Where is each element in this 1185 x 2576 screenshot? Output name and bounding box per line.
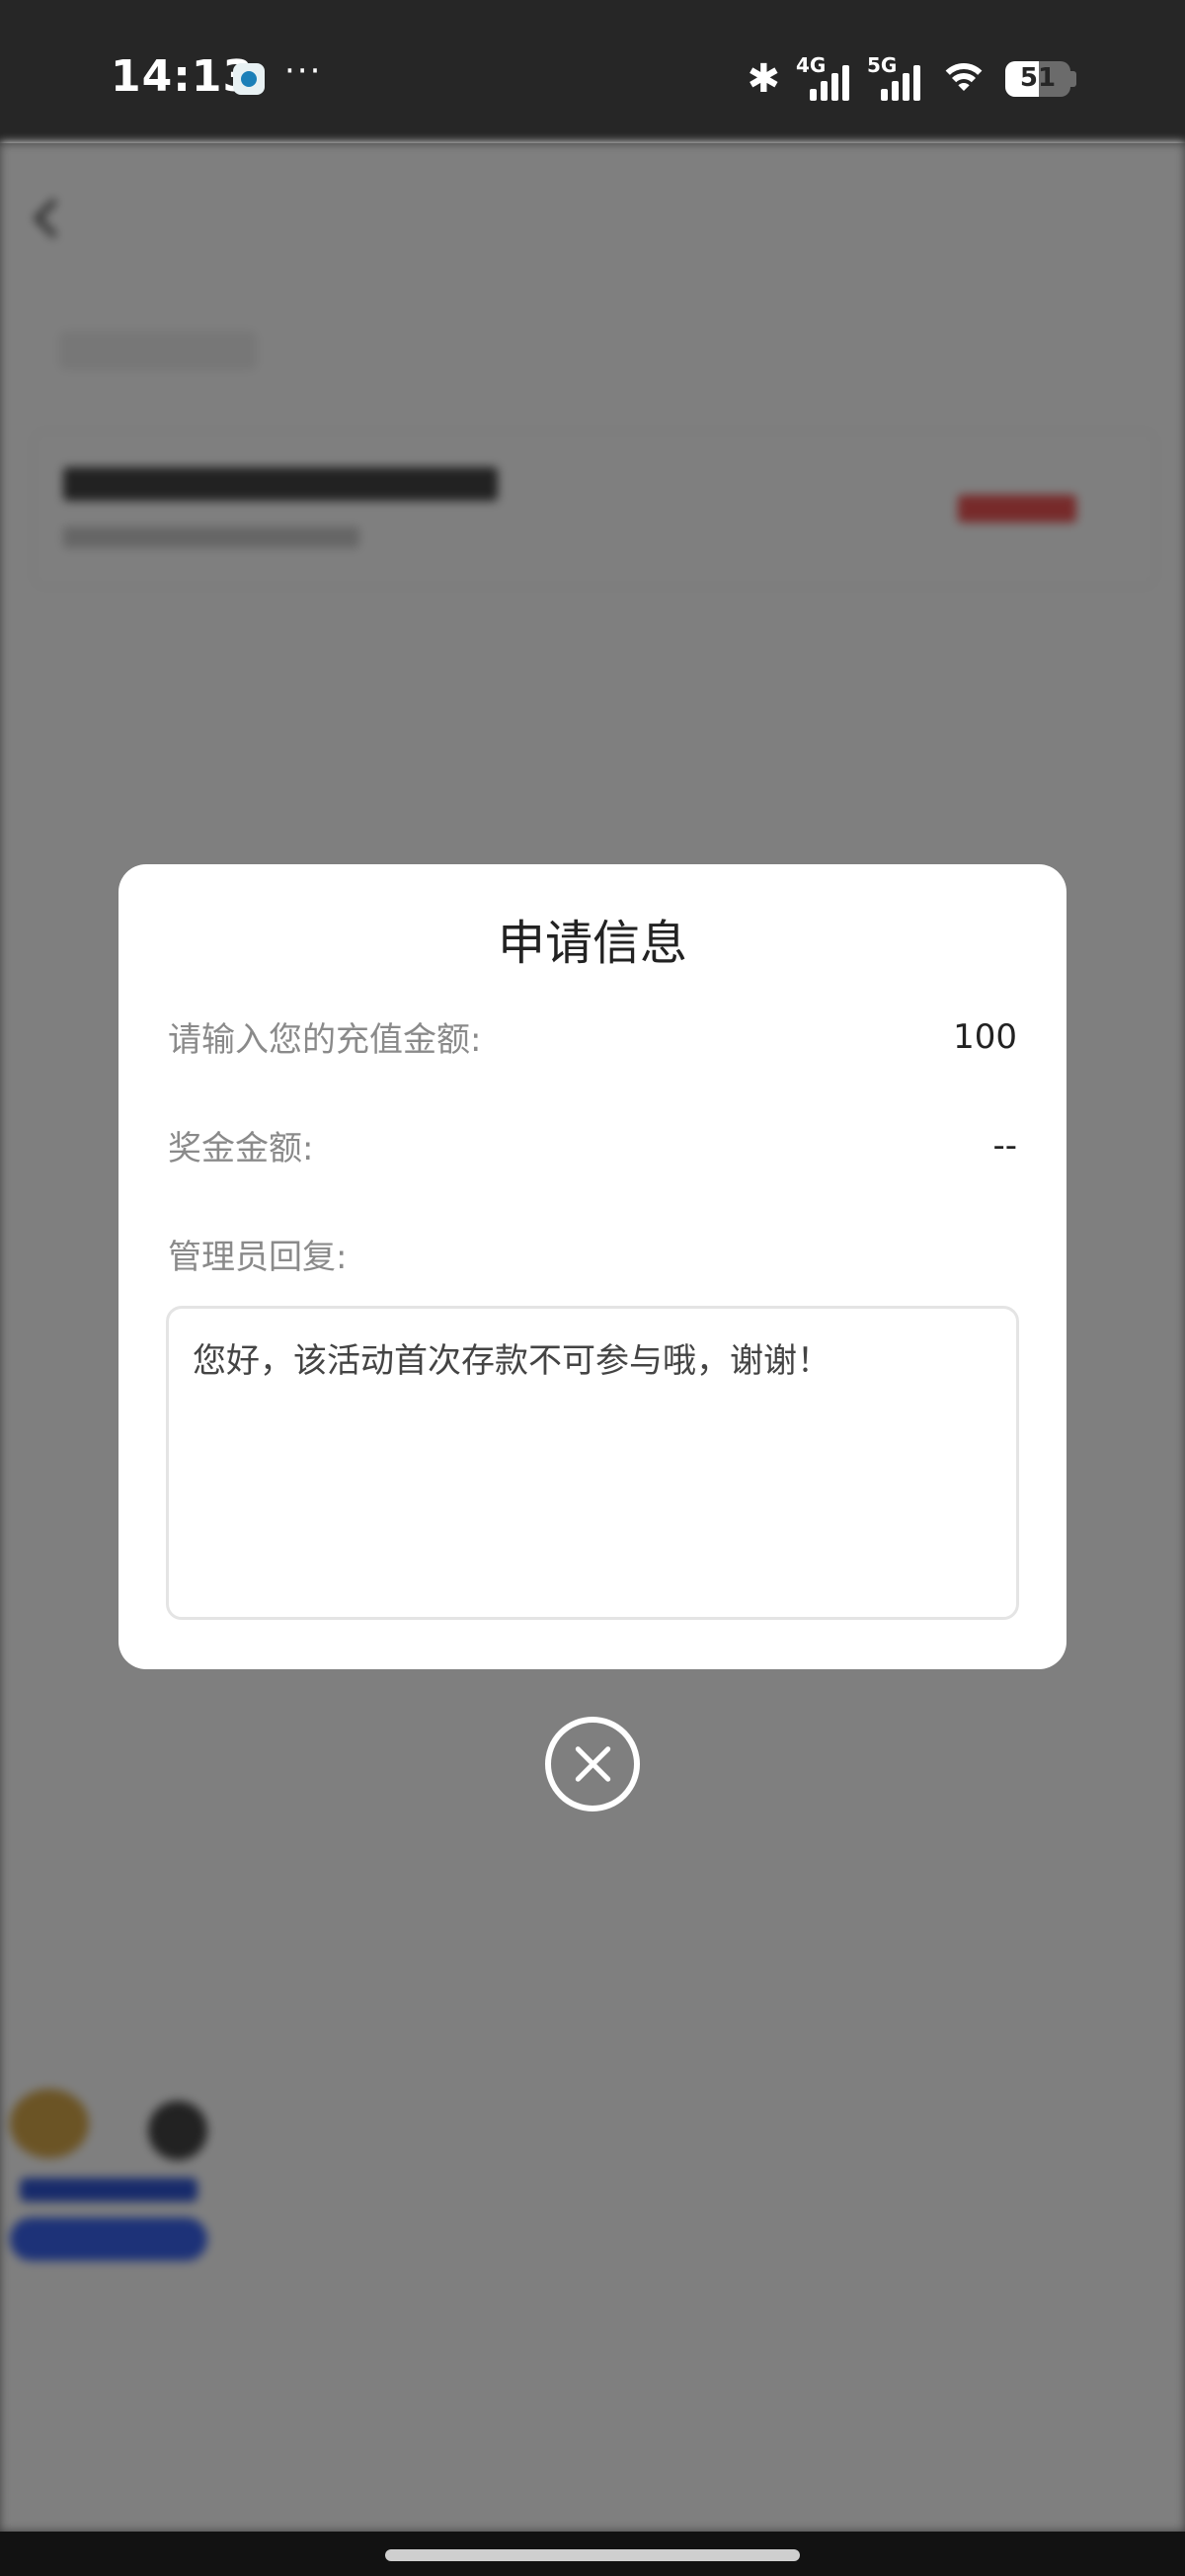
bonus-amount-row: 奖金金额: --: [168, 1121, 1017, 1169]
application-info-dialog: 申请信息 请输入您的充值金额: 100 奖金金额: -- 管理员回复: 您好，该…: [118, 864, 1066, 1669]
recharge-amount-row: 请输入您的充值金额: 100: [168, 1012, 1017, 1061]
recharge-amount-value: 100: [953, 1016, 1017, 1057]
network-type-5g: 5G: [867, 53, 898, 77]
wifi-icon: [938, 59, 989, 99]
status-bar: 14:13 ··· ✱ 4G 5G 51: [0, 0, 1185, 143]
battery-level: 51: [1019, 63, 1057, 93]
signal-4g-icon: 4G: [796, 53, 851, 101]
admin-reply-box[interactable]: 您好，该活动首次存款不可参与哦，谢谢！: [166, 1306, 1019, 1620]
navigation-bar: [0, 2532, 1185, 2576]
battery-tip: [1070, 71, 1076, 87]
home-indicator[interactable]: [385, 2549, 800, 2561]
close-icon[interactable]: [545, 1717, 640, 1811]
battery-icon: 51: [1005, 61, 1070, 97]
network-type-4g: 4G: [796, 53, 827, 77]
recharge-amount-label: 请输入您的充值金额:: [168, 1020, 482, 1060]
dialog-title: 申请信息: [497, 916, 687, 971]
more-notifications-icon: ···: [284, 51, 323, 91]
bluetooth-icon: ✱: [747, 56, 780, 102]
admin-reply-text: 您好，该活动首次存款不可参与哦，谢谢！: [193, 1341, 830, 1381]
signal-5g-icon: 5G: [867, 53, 922, 101]
bonus-amount-value: --: [992, 1125, 1017, 1166]
browser-app-icon: [233, 63, 265, 95]
status-icons: ✱ 4G 5G 51: [747, 53, 1076, 102]
bonus-amount-label: 奖金金额:: [168, 1129, 314, 1168]
admin-reply-label: 管理员回复:: [168, 1238, 348, 1277]
